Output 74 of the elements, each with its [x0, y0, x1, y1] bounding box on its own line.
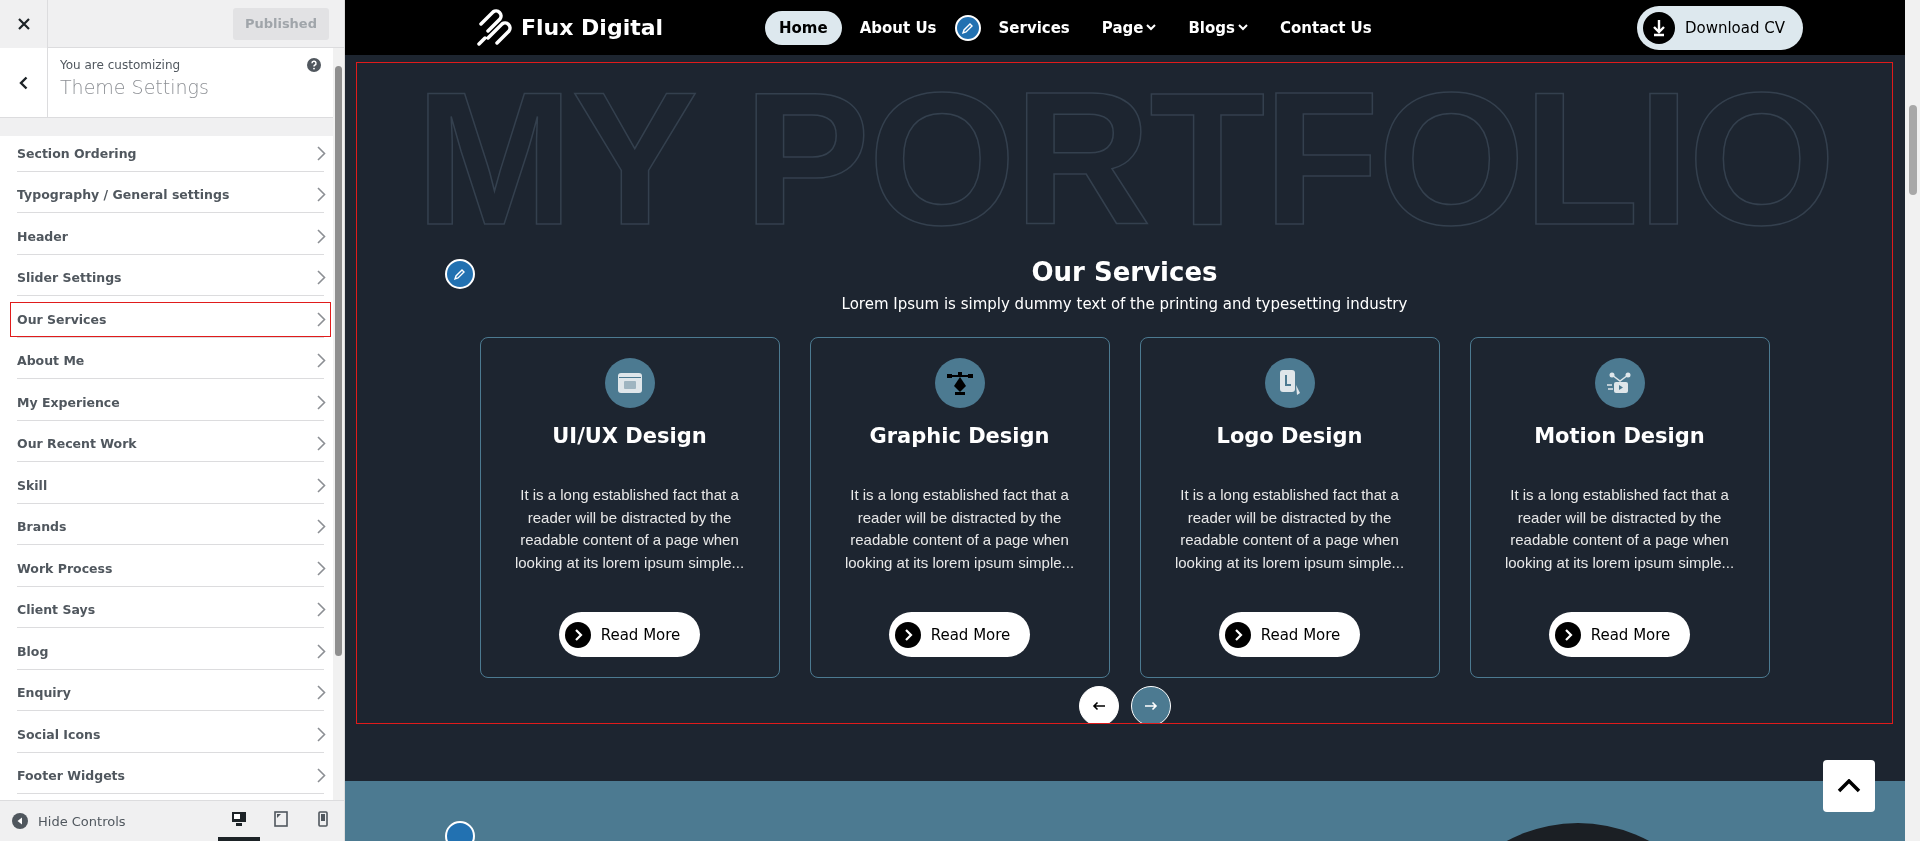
- next-button[interactable]: [1130, 686, 1171, 723]
- chevron-right-icon: [317, 228, 326, 244]
- browser-window-icon: [616, 372, 643, 394]
- chevron-right-circle-icon: [894, 621, 921, 648]
- logo-icon: [475, 7, 515, 48]
- chevron-down-icon: [1146, 24, 1157, 31]
- chevron-right-circle-icon: [1554, 621, 1581, 648]
- chevron-left-icon: [19, 75, 28, 90]
- read-more-button[interactable]: Read More: [1218, 612, 1361, 657]
- panel-title: Theme Settings: [60, 76, 210, 98]
- back-circle-icon: [12, 813, 28, 829]
- nav-link[interactable]: Services: [984, 10, 1084, 45]
- chevron-right-icon: [317, 270, 326, 286]
- arrow-left-icon: [1091, 701, 1106, 711]
- chevron-right-icon: [317, 477, 326, 493]
- back-to-top-button[interactable]: [1823, 760, 1875, 812]
- edit-shortcut-icon[interactable]: [954, 14, 981, 41]
- section-item[interactable]: Our Services: [10, 302, 331, 337]
- page-scrollbar[interactable]: [1905, 0, 1920, 841]
- chevron-right-circle-icon: [564, 621, 591, 648]
- chevron-right-icon: [317, 187, 326, 203]
- chevron-right-icon: [317, 311, 326, 327]
- chevron-right-icon: [317, 353, 326, 369]
- scrollbar-thumb[interactable]: [1908, 105, 1917, 195]
- chevron-right-icon: [317, 560, 326, 576]
- nav-link[interactable]: Contact Us: [1266, 10, 1386, 45]
- close-icon: [17, 17, 30, 30]
- chevron-right-circle-icon: [1224, 621, 1251, 648]
- pencil-icon: [453, 267, 467, 281]
- chevron-right-icon: [317, 145, 326, 161]
- hide-controls-button[interactable]: Hide Controls: [12, 813, 126, 829]
- download-cv-button[interactable]: Download CV: [1636, 5, 1803, 50]
- chevron-right-icon: [317, 643, 326, 659]
- chevron-up-icon: [1837, 779, 1861, 793]
- desktop-icon: [231, 811, 247, 827]
- service-description: It is a long established fact that a reader will be distracted by the readable content of a page when looking at its lorem ipsum simple...: [843, 485, 1076, 573]
- chevron-right-icon: [317, 685, 326, 701]
- service-description: It is a long established fact that a reader will be distracted by the readable content of a page when looking at its lorem ipsum simple...: [1173, 485, 1406, 573]
- chevron-right-icon: [317, 726, 326, 742]
- nav-link[interactable]: Home: [765, 10, 842, 45]
- scrollbar-thumb[interactable]: [335, 66, 342, 656]
- tablet-pen-icon: [1277, 369, 1302, 397]
- customizing-label: You are customizing: [60, 58, 181, 72]
- chevron-down-icon: [1238, 24, 1248, 31]
- section-subtitle: Lorem Ipsum is simply dummy text of the printing and typesetting industry: [841, 295, 1408, 313]
- read-more-button[interactable]: Read More: [888, 612, 1031, 657]
- previous-button[interactable]: [1078, 686, 1119, 723]
- nav-link[interactable]: Page: [1087, 10, 1171, 45]
- arrow-right-icon: [1143, 701, 1158, 711]
- edit-shortcut-icon[interactable]: [445, 259, 475, 289]
- read-more-button[interactable]: Read More: [558, 612, 701, 657]
- nav-link[interactable]: Blogs: [1174, 10, 1262, 45]
- chevron-right-icon: [317, 768, 326, 784]
- chevron-right-icon: [317, 602, 326, 618]
- download-icon: [1642, 11, 1675, 44]
- pencil-icon: [960, 20, 975, 35]
- chevron-right-icon: [317, 436, 326, 452]
- section-heading: Our Services: [1031, 257, 1218, 287]
- service-title: UI/UX Design: [552, 424, 707, 448]
- logo-text: Flux Digital: [521, 15, 664, 40]
- chevron-right-icon: [317, 519, 326, 535]
- service-description: It is a long established fact that a reader will be distracted by the readable content of a page when looking at its lorem ipsum simple...: [1503, 485, 1736, 573]
- service-title: Logo Design: [1216, 424, 1363, 448]
- service-title: Graphic Design: [869, 424, 1050, 448]
- smartphone-icon: [318, 811, 328, 827]
- nav-link[interactable]: About Us: [845, 10, 951, 45]
- service-description: It is a long established fact that a reader will be distracted by the readable content of a page when looking at its lorem ipsum simple...: [513, 485, 746, 573]
- pen-tool-icon: [945, 369, 974, 397]
- read-more-button[interactable]: Read More: [1548, 612, 1691, 657]
- close-button[interactable]: [0, 0, 48, 48]
- help-icon[interactable]: [307, 58, 321, 72]
- chevron-right-icon: [317, 394, 326, 410]
- tablet-icon: [274, 811, 288, 827]
- service-title: Motion Design: [1534, 424, 1705, 448]
